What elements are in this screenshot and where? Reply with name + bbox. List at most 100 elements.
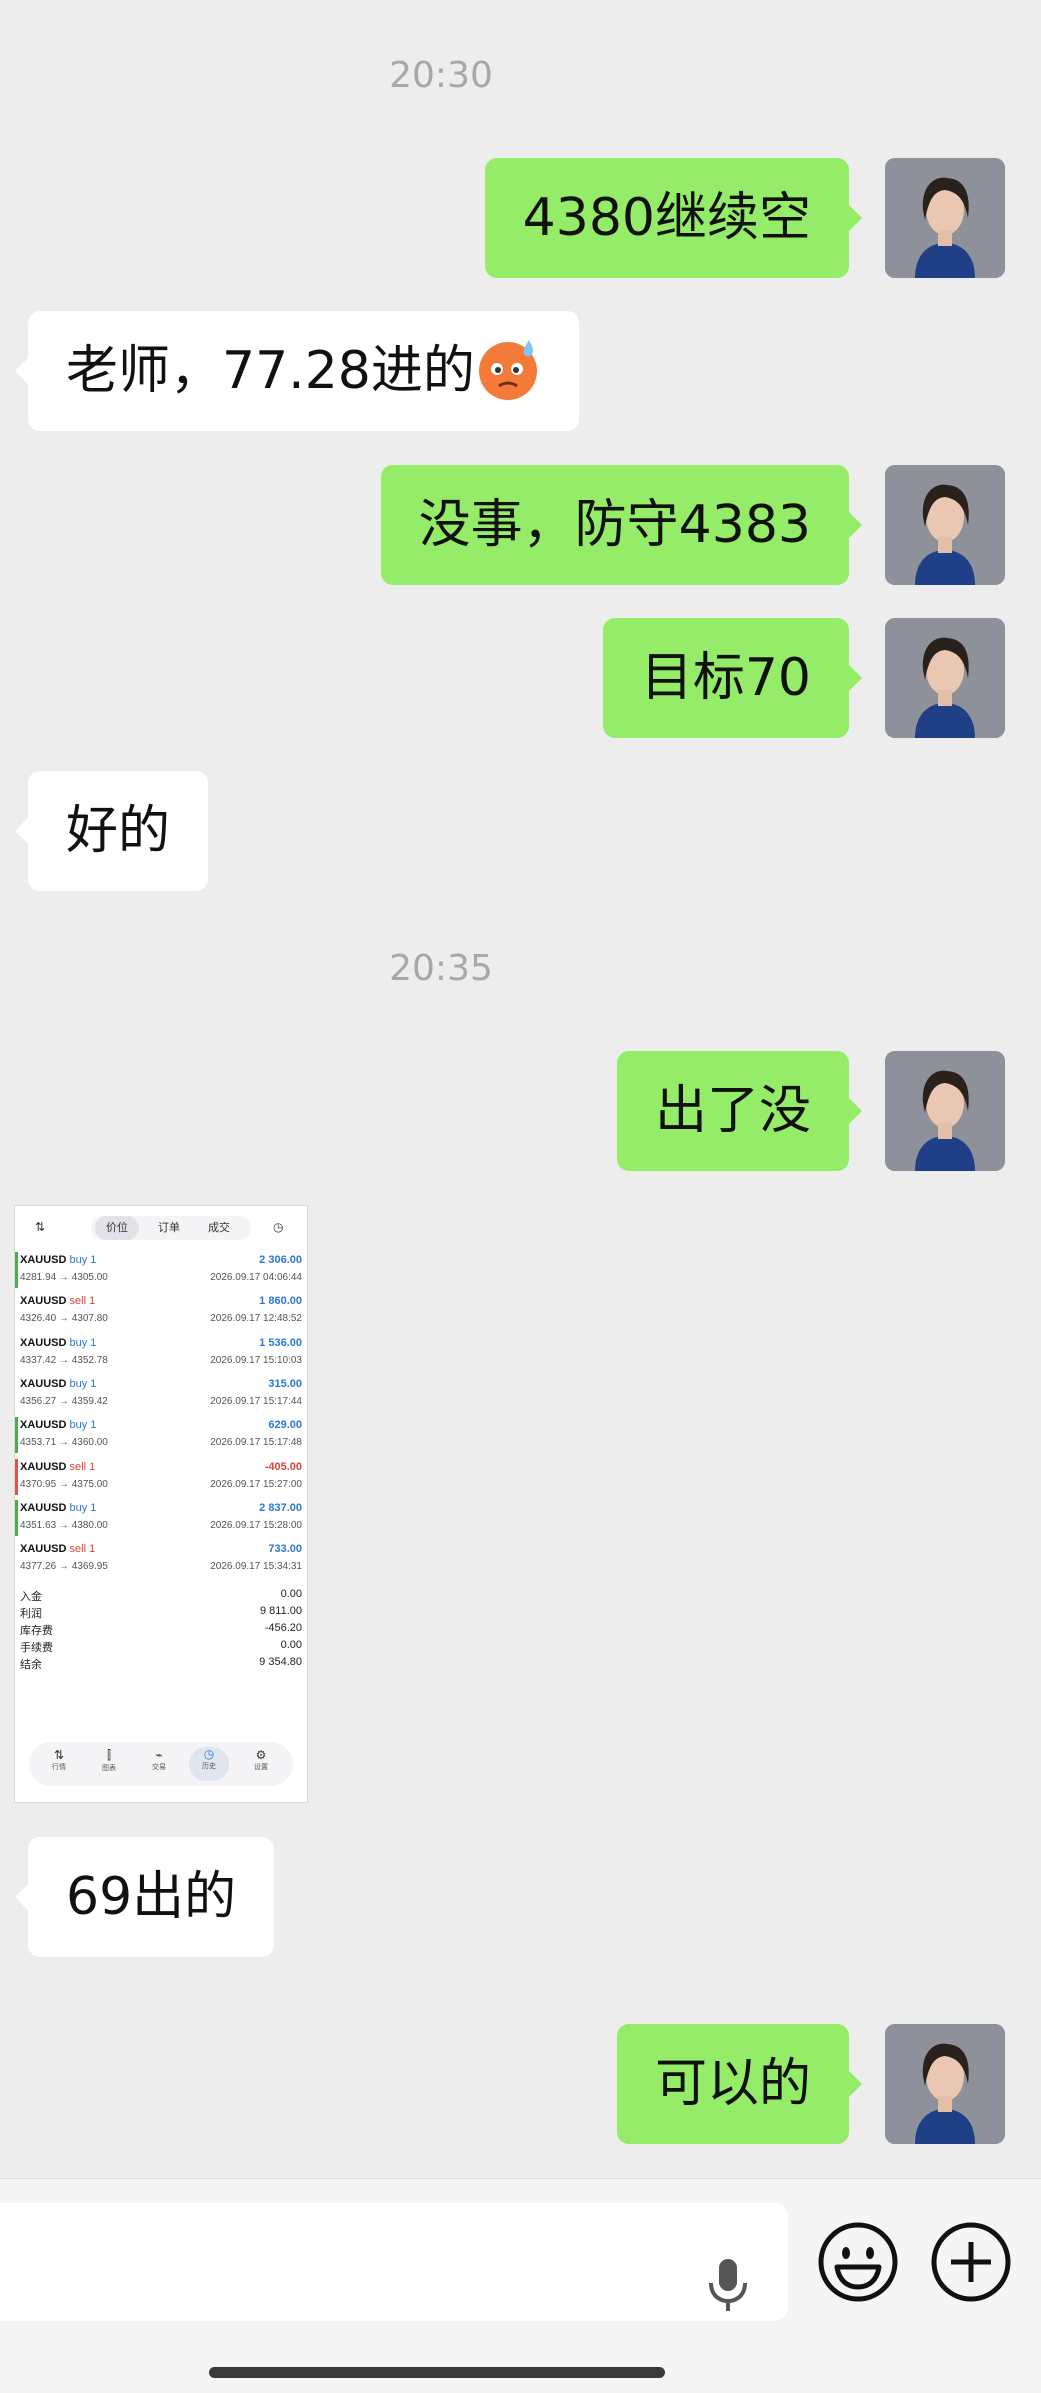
message-bubble[interactable]: 69出的 (14, 1837, 275, 1957)
trade-time: 2026.09.17 15:34:31 (210, 1561, 302, 1573)
summary-value: -456.20 (264, 1622, 302, 1634)
trade-time: 2026.09.17 15:28:00 (210, 1519, 302, 1531)
trade-time: 2026.09.17 15:17:44 (210, 1395, 302, 1407)
trade-prices: 4337.42 → 4352.78 (20, 1354, 108, 1366)
message-input[interactable] (0, 2203, 788, 2321)
trade-pnl: 2 306.00 (259, 1254, 302, 1266)
sweat-face-emoji-icon (478, 340, 537, 400)
trade-pnl: 1 536.00 (259, 1336, 302, 1349)
trade-pnl: 315.00 (268, 1377, 302, 1390)
trade-time: 2026.09.17 15:10:03 (210, 1354, 302, 1366)
trade-row: XAUUSD buy 1 4337.42 → 4352.78 1 536.00 202… (15, 1333, 307, 1374)
summary-row: 入金 0.00 (20, 1588, 302, 1605)
screenshot-header: ⇅ 价位 订单 成交 ◷ (15, 1206, 307, 1250)
timestamp: 20:35 (389, 948, 493, 989)
trade-pnl: 733.00 (268, 1543, 302, 1556)
summary-label: 入金 (20, 1591, 42, 1603)
trade-pnl: -405.00 (264, 1460, 302, 1473)
summary-row: 结余 9 354.80 (20, 1656, 302, 1673)
message-bubble[interactable]: 可以的 (616, 2024, 863, 2144)
summary-label: 库存费 (20, 1625, 53, 1637)
input-bar (0, 2178, 1041, 2393)
trade-symbol: XAUUSD buy 1 (20, 1336, 97, 1349)
summary-row: 库存费 -456.20 (20, 1622, 302, 1639)
tab-deals: 成交 (208, 1222, 230, 1234)
trade-time: 2026.09.17 12:48:52 (210, 1313, 302, 1325)
trade-symbol: XAUUSD buy 1 (20, 1501, 97, 1514)
trade-prices: 4356.27 → 4359.42 (20, 1395, 108, 1407)
trade-symbol: XAUUSD buy 1 (20, 1419, 97, 1432)
trade-prices: 4353.71 → 4360.00 (20, 1437, 108, 1449)
trade-prices: 4377.26 → 4369.95 (20, 1561, 108, 1573)
plus-icon[interactable] (930, 2221, 1012, 2303)
trade-indicator (15, 1376, 18, 1412)
trade-indicator (15, 1541, 18, 1577)
summary-value: 9 354.80 (259, 1656, 302, 1668)
trade-indicator (15, 1417, 18, 1454)
trade-row: XAUUSD sell 1 4377.26 → 4369.95 733.00 2026… (15, 1539, 307, 1580)
home-indicator (209, 2367, 665, 2378)
message-row: 目标70 (0, 618, 1041, 738)
message-bubble[interactable]: 没事，防守4383 (380, 465, 863, 585)
summary-label: 结余 (20, 1659, 42, 1671)
message-row: 好的 (0, 771, 1041, 891)
trade-prices: 4351.63 → 4380.00 (20, 1519, 108, 1531)
summary-value: 9 811.00 (259, 1605, 302, 1617)
trade-prices: 4281.94 → 4305.00 (20, 1272, 108, 1283)
summary-value: 0.00 (280, 1588, 302, 1600)
nav-chart: ⫿ 图表 (102, 1748, 116, 1772)
avatar[interactable] (885, 1051, 1005, 1171)
trade-row: XAUUSD buy 1 4356.27 → 4359.42 315.00 2026.… (15, 1374, 307, 1415)
trade-prices: 4370.95 → 4375.00 (20, 1478, 108, 1490)
message-row: 没事，防守4383 (0, 465, 1041, 585)
trade-row: XAUUSD buy 1 4281.94 → 4305.00 2 306.00 202… (15, 1250, 307, 1291)
tab-positions: 价位 (95, 1216, 139, 1240)
image-message[interactable]: ⇅ 价位 订单 成交 ◷ XAUUSD buy 1 4281.94 → 4305.… (14, 1205, 308, 1803)
trade-indicator (15, 1499, 18, 1536)
summary-row: 利润 9 811.00 (20, 1605, 302, 1622)
trade-row: XAUUSD buy 1 4351.63 → 4380.00 2 837.00 202… (15, 1498, 307, 1539)
message-bubble[interactable]: 4380继续空 (484, 158, 863, 278)
message-row: 4380继续空 (0, 158, 1041, 278)
trade-row: XAUUSD sell 1 4326.40 → 4307.80 1 860.00 20… (15, 1291, 307, 1332)
trade-indicator (15, 1458, 18, 1495)
trade-symbol: XAUUSD sell 1 (20, 1295, 96, 1308)
trade-row: XAUUSD buy 1 4353.71 → 4360.00 629.00 2026.… (15, 1415, 307, 1456)
nav-history: ◷ 历史 (189, 1747, 229, 1781)
message-bubble[interactable]: 目标70 (602, 618, 863, 738)
screenshot-nav: ⇅ 行情 ⫿ 图表 ⌁ 交易 ◷ 历史 ⚙ 设置 (29, 1742, 293, 1786)
message-row: 69出的 (0, 1837, 1041, 1957)
summary-row: 手续费 0.00 (20, 1639, 302, 1656)
message-row: 老师，77.28进的 (0, 311, 1041, 431)
trade-pnl: 629.00 (268, 1419, 302, 1432)
summary-label: 利润 (20, 1608, 42, 1620)
message-row: 可以的 (0, 2024, 1041, 2144)
microphone-icon[interactable] (706, 2255, 750, 2315)
summary-value: 0.00 (280, 1639, 302, 1651)
tab-orders: 订单 (158, 1222, 180, 1234)
trade-indicator (15, 1335, 18, 1371)
trade-prices: 4326.40 → 4307.80 (20, 1313, 108, 1325)
trade-row: XAUUSD sell 1 4370.95 → 4375.00 -405.00 202… (15, 1457, 307, 1498)
clock-icon: ◷ (273, 1220, 284, 1234)
avatar[interactable] (885, 465, 1005, 585)
nav-trade: ⌁ 交易 (152, 1748, 166, 1771)
message-bubble[interactable]: 老师，77.28进的 (15, 311, 579, 431)
emoji-icon[interactable] (817, 2221, 899, 2303)
screenshot-tabs: 价位 订单 成交 (91, 1216, 251, 1240)
trade-time: 2026.09.17 04:06:44 (210, 1272, 302, 1283)
trade-time: 2026.09.17 15:17:48 (210, 1437, 302, 1449)
trade-symbol: XAUUSD buy 1 (20, 1377, 97, 1390)
trade-indicator (15, 1293, 18, 1329)
nav-quotes: ⇅ 行情 (52, 1748, 66, 1771)
nav-settings: ⚙ 设置 (254, 1748, 268, 1771)
trade-symbol: XAUUSD buy 1 (20, 1254, 97, 1266)
avatar[interactable] (885, 158, 1005, 278)
sort-icon: ⇅ (35, 1220, 46, 1234)
trade-indicator (15, 1252, 18, 1288)
message-row: 出了没 (0, 1051, 1041, 1171)
message-bubble[interactable]: 好的 (14, 771, 209, 891)
avatar[interactable] (885, 618, 1005, 738)
avatar[interactable] (885, 2024, 1005, 2144)
message-bubble[interactable]: 出了没 (616, 1051, 863, 1171)
